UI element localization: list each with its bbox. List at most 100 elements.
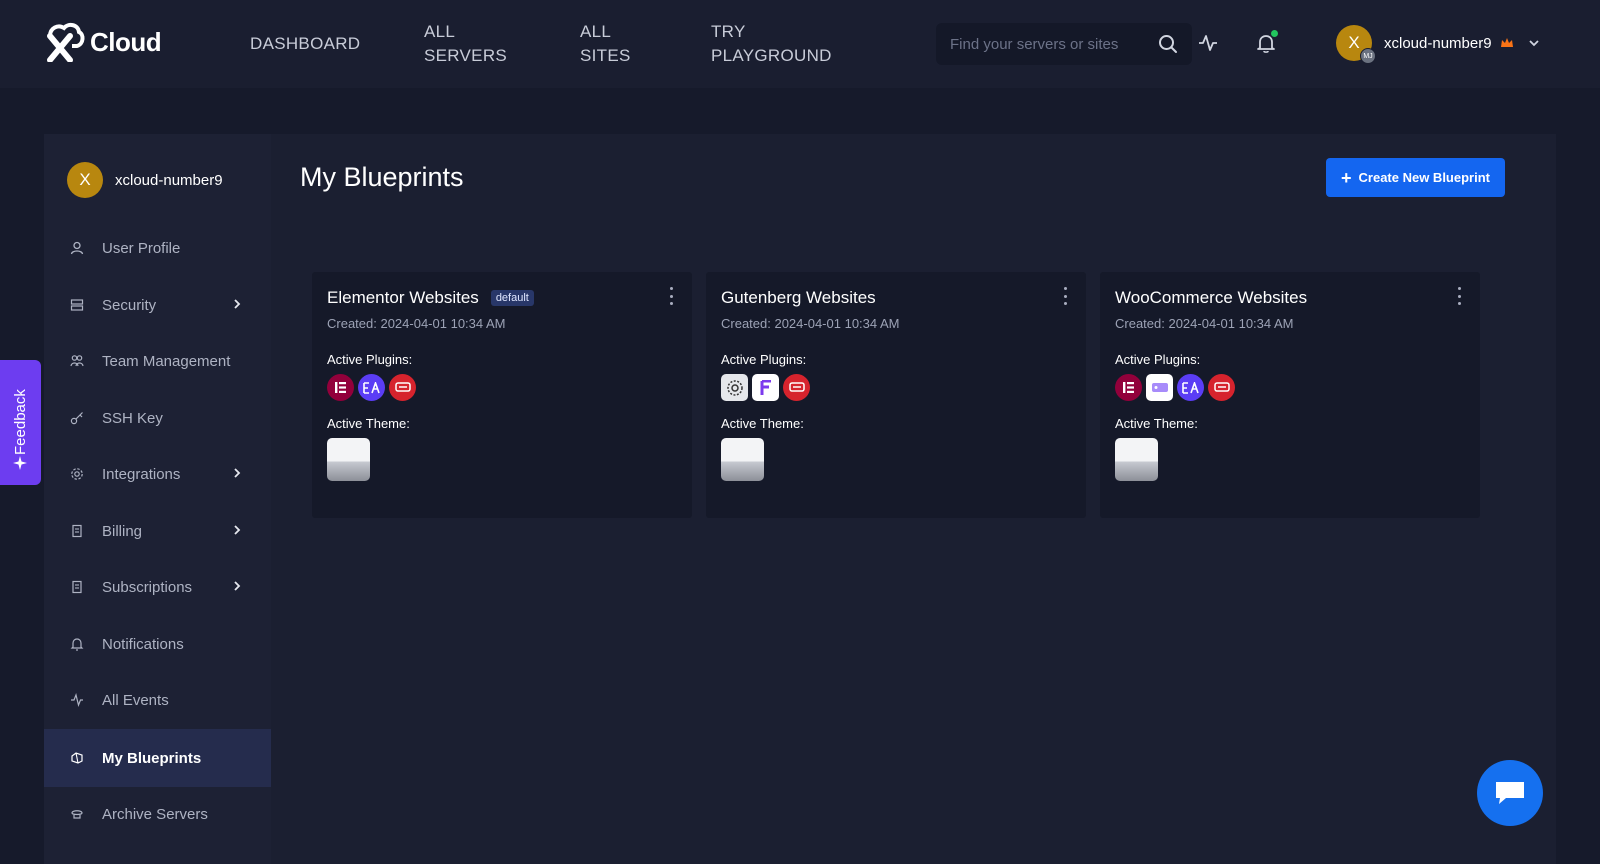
blueprint-card-gutenberg[interactable]: Gutenberg Websites Created: 2024-04-01 1… xyxy=(706,272,1086,518)
sidebar-item-ssh-key[interactable]: SSH Key xyxy=(44,389,271,447)
theme-thumbnail[interactable] xyxy=(327,438,370,481)
nav-try-playground-line1: TRY xyxy=(711,22,746,41)
avatar-initial: X xyxy=(1348,33,1360,52)
nav-dashboard[interactable]: DASHBOARD xyxy=(250,32,360,56)
notifications-button[interactable] xyxy=(1255,30,1278,54)
sidebar-item-team-management[interactable]: Team Management xyxy=(44,332,271,390)
plus-icon: + xyxy=(1341,167,1352,188)
search-input[interactable] xyxy=(950,35,1158,53)
billing-icon xyxy=(72,524,82,538)
user-icon xyxy=(70,241,84,255)
card-menu-icon[interactable] xyxy=(1062,287,1068,305)
blueprint-card-woocommerce[interactable]: WooCommerce Websites Created: 2024-04-01… xyxy=(1100,272,1480,518)
active-plugins-label: Active Plugins: xyxy=(327,352,413,367)
logo[interactable]: Cloud xyxy=(44,22,162,62)
archive-icon xyxy=(71,810,83,819)
card-title: WooCommerce Websites xyxy=(1115,288,1307,308)
avatar: X MJ xyxy=(1336,25,1376,64)
chat-button[interactable] xyxy=(1477,760,1543,826)
user-menu[interactable]: X MJ xcloud-number9 xyxy=(1336,25,1540,64)
sidebar-item-label: Archive Servers xyxy=(102,805,208,823)
elementor-icon[interactable] xyxy=(327,374,354,401)
elementor-icon[interactable] xyxy=(1115,374,1142,401)
sidebar-item-label: My Blueprints xyxy=(102,749,202,767)
sidebar-item-integrations[interactable]: Integrations xyxy=(44,445,271,503)
notification-dot xyxy=(1271,30,1278,37)
sidebar-item-label: Subscriptions xyxy=(102,578,193,596)
nav-all-sites[interactable]: ALL SITES xyxy=(580,20,631,68)
nav-try-playground-line2: PLAYGROUND xyxy=(711,46,832,65)
nav-all-servers[interactable]: ALL SERVERS xyxy=(424,20,507,68)
plugin-list xyxy=(721,374,810,401)
sidebar-item-label: Notifications xyxy=(102,635,184,653)
fluent-forms-icon[interactable] xyxy=(752,374,779,401)
sidebar-item-security[interactable]: Security xyxy=(44,276,271,334)
sidebar-item-billing[interactable]: Billing xyxy=(44,502,271,560)
activity-icon xyxy=(71,693,83,707)
nav-dashboard-label: DASHBOARD xyxy=(250,34,361,53)
search-icon[interactable] xyxy=(1158,34,1178,54)
default-badge: default xyxy=(490,290,534,306)
pattern-plugin-icon[interactable] xyxy=(721,374,748,401)
sidebar: X xcloud-number9 User Profile Security T… xyxy=(44,134,271,864)
essential-addons-icon[interactable] xyxy=(1177,374,1204,401)
create-new-blueprint-button[interactable]: + Create New Blueprint xyxy=(1326,158,1505,197)
gear-icon xyxy=(71,468,83,480)
plugin-list xyxy=(1115,374,1235,401)
sidebar-item-user-profile[interactable]: User Profile xyxy=(44,219,271,277)
plugin-red-icon[interactable] xyxy=(1208,374,1235,401)
sidebar-item-label: User Profile xyxy=(102,239,181,257)
sidebar-item-subscriptions[interactable]: Subscriptions xyxy=(44,558,271,616)
card-title-text: Elementor Websites xyxy=(327,288,479,307)
plugin-red-icon[interactable] xyxy=(783,374,810,401)
card-title-text: Gutenberg Websites xyxy=(721,288,876,307)
logo-text: Cloud xyxy=(90,26,162,57)
active-plugins-label: Active Plugins: xyxy=(1115,352,1201,367)
search-box xyxy=(936,23,1192,65)
essential-addons-icon[interactable] xyxy=(358,374,385,401)
security-icon xyxy=(70,299,84,311)
bell-icon xyxy=(70,638,84,651)
feedback-tab[interactable]: Feedback xyxy=(0,360,41,485)
nav-all-servers-line1: ALL xyxy=(424,22,456,41)
logo-icon xyxy=(47,22,85,62)
sidebar-item-all-events[interactable]: All Events xyxy=(44,671,271,729)
sidebar-item-archive-servers[interactable]: Archive Servers xyxy=(44,785,271,843)
sidebar-item-my-blueprints[interactable]: My Blueprints xyxy=(44,729,271,787)
sidebar-item-label: Team Management xyxy=(102,352,231,370)
create-new-blueprint-label: Create New Blueprint xyxy=(1358,170,1490,185)
card-title: Elementor Websites default xyxy=(327,288,534,308)
chevron-right-icon xyxy=(234,581,241,591)
user-name: xcloud-number9 xyxy=(1384,34,1492,52)
chevron-right-icon xyxy=(234,468,241,478)
sidebar-item-label: SSH Key xyxy=(102,409,163,427)
active-theme-label: Active Theme: xyxy=(1115,416,1198,431)
feedback-label: Feedback xyxy=(12,389,29,455)
sparkle-icon xyxy=(13,456,27,470)
subscriptions-icon xyxy=(72,580,82,594)
sidebar-avatar-initial: X xyxy=(79,170,91,189)
chevron-down-icon xyxy=(1528,40,1539,47)
card-menu-icon[interactable] xyxy=(1456,287,1462,305)
key-icon xyxy=(70,412,83,425)
avatar-badge: MJ xyxy=(1360,48,1376,64)
sidebar-item-notifications[interactable]: Notifications xyxy=(44,615,271,673)
card-menu-icon[interactable] xyxy=(668,287,674,305)
sidebar-item-label: Security xyxy=(102,296,157,314)
nav-try-playground[interactable]: TRY PLAYGROUND xyxy=(711,20,832,68)
sidebar-item-label: All Events xyxy=(102,691,169,709)
team-icon xyxy=(70,355,84,367)
plugin-red-icon[interactable] xyxy=(389,374,416,401)
activity-icon[interactable] xyxy=(1197,32,1219,54)
woocommerce-icon[interactable] xyxy=(1146,374,1173,401)
blueprint-card-elementor[interactable]: Elementor Websites default Created: 2024… xyxy=(312,272,692,518)
theme-thumbnail[interactable] xyxy=(1115,438,1158,481)
chevron-right-icon xyxy=(234,525,241,535)
sidebar-item-label: Integrations xyxy=(102,465,181,483)
card-created: Created: 2024-04-01 10:34 AM xyxy=(327,316,506,331)
active-plugins-label: Active Plugins: xyxy=(721,352,807,367)
blueprint-icon xyxy=(71,752,83,764)
main-container: X xcloud-number9 User Profile Security T… xyxy=(44,134,1556,864)
sidebar-avatar: X xyxy=(67,162,103,198)
theme-thumbnail[interactable] xyxy=(721,438,764,481)
